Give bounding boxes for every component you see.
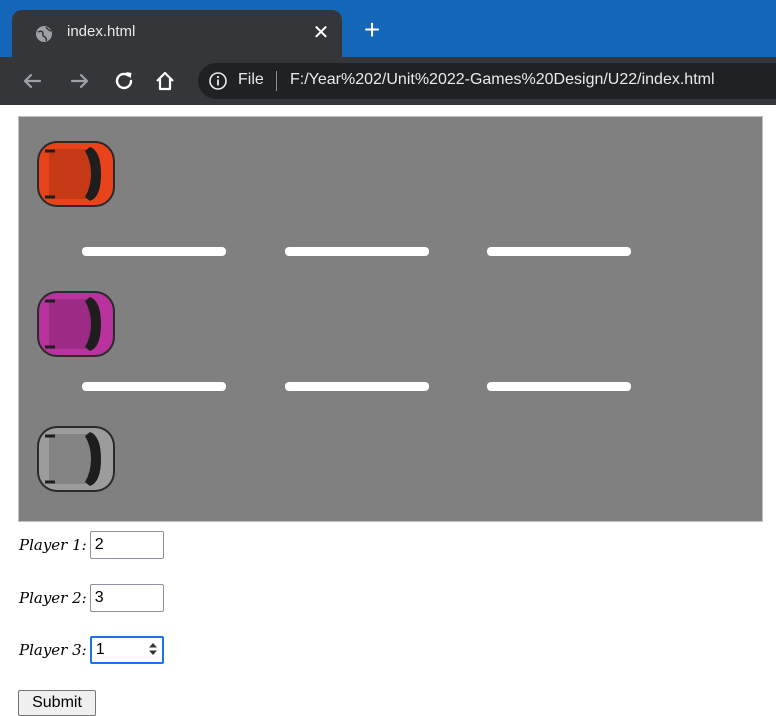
home-icon[interactable]: [153, 69, 177, 93]
car-player-2: [37, 291, 115, 357]
game-canvas[interactable]: [18, 116, 763, 522]
car-player-1: [37, 141, 115, 207]
browser-toolbar: File F:/Year%202/Unit%2022-Games%20Desig…: [0, 57, 776, 105]
player-3-row: Player 3:: [19, 636, 164, 664]
globe-icon: [36, 26, 52, 42]
player-2-row: Player 2:: [19, 584, 164, 612]
car-player-3: [37, 426, 115, 492]
lane-line: [285, 247, 429, 256]
lane-line: [487, 247, 631, 256]
player-3-number-field: [89, 636, 164, 664]
lane-line: [285, 382, 429, 391]
omnibox-divider: [276, 71, 277, 91]
player-2-input[interactable]: [89, 584, 164, 612]
new-tab-button[interactable]: +: [358, 16, 386, 44]
player-1-label: Player 1:: [19, 536, 87, 554]
lane-line: [487, 382, 631, 391]
close-icon[interactable]: ✕: [312, 18, 330, 48]
player-2-label: Player 2:: [19, 589, 87, 607]
submit-button[interactable]: Submit: [18, 690, 96, 716]
browser-tab[interactable]: index.html ✕: [12, 10, 342, 57]
spinner-arrows-icon[interactable]: [148, 643, 158, 655]
address-bar[interactable]: File F:/Year%202/Unit%2022-Games%20Desig…: [198, 63, 776, 99]
tab-title: index.html: [67, 23, 136, 40]
forward-arrow-icon[interactable]: [68, 69, 92, 93]
url-text[interactable]: F:/Year%202/Unit%2022-Games%20Design/U22…: [290, 71, 715, 89]
info-icon[interactable]: [208, 71, 228, 91]
player-1-input[interactable]: [89, 531, 164, 559]
back-arrow-icon[interactable]: [20, 69, 44, 93]
lane-line: [82, 382, 226, 391]
player-1-row: Player 1:: [19, 531, 164, 559]
reload-icon[interactable]: [112, 69, 136, 93]
browser-tab-strip: index.html ✕ +: [0, 0, 776, 57]
site-info-chip[interactable]: File: [238, 71, 264, 89]
lane-line: [82, 247, 226, 256]
player-3-label: Player 3:: [19, 641, 87, 659]
